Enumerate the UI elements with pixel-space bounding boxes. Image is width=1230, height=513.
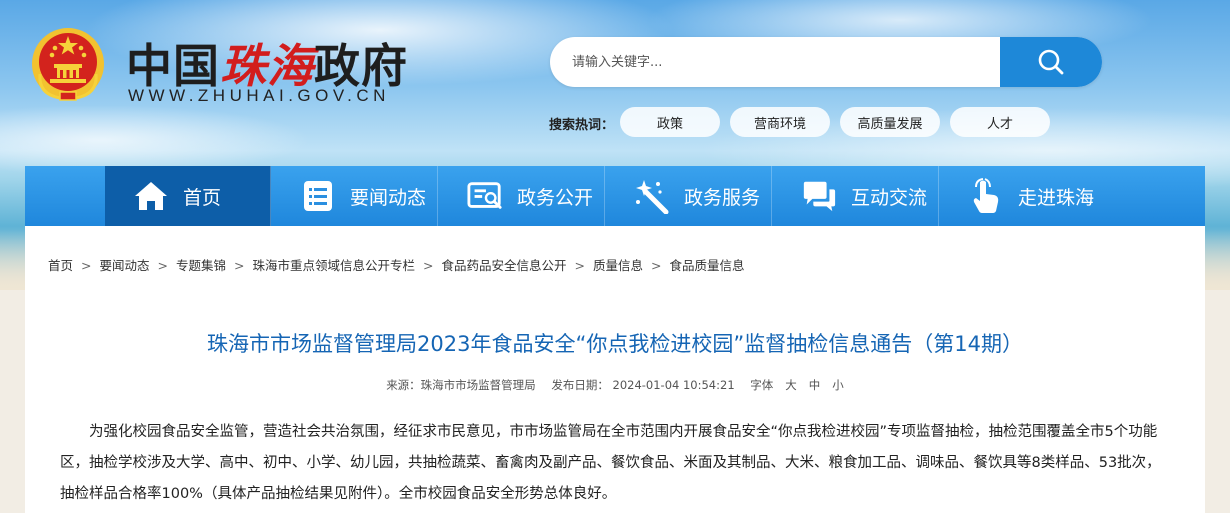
search-input[interactable]	[550, 37, 1000, 87]
breadcrumb-separator: >	[574, 258, 585, 273]
font-size-label: 字体	[750, 378, 774, 392]
nav-item-label: 政务公开	[517, 186, 594, 209]
hot-tag-policy[interactable]: 政策	[620, 107, 720, 137]
hot-tag-talent[interactable]: 人才	[950, 107, 1050, 137]
magic-wand-icon	[634, 178, 670, 214]
breadcrumb: 首页 > 要闻动态 > 专题集锦 > 珠海市重点领域信息公开专栏 > 食品药品安全信息公开 > 质量…	[48, 255, 745, 274]
nav-item-label: 要闻动态	[350, 186, 427, 209]
search-button[interactable]	[1000, 37, 1102, 87]
breadcrumb-item-home[interactable]: 首页	[48, 258, 73, 273]
font-size-large-button[interactable]: 大	[785, 378, 797, 392]
breadcrumb-separator: >	[157, 258, 168, 273]
article-date: 发布日期： 2024-01-04 10:54:21	[551, 378, 735, 392]
site-title-city: 珠海	[220, 39, 314, 93]
nav-item-government-affairs-open[interactable]: 政务公开	[439, 166, 605, 226]
breadcrumb-separator: >	[651, 258, 662, 273]
article-meta: 来源：珠海市市场监督管理局 发布日期： 2024-01-04 10:54:21 …	[25, 377, 1205, 393]
breadcrumb-item-news[interactable]: 要闻动态	[100, 258, 150, 273]
breadcrumb-item-food-quality-info[interactable]: 食品质量信息	[670, 258, 745, 273]
nav-item-label: 首页	[183, 186, 222, 209]
hot-tag-business-environment[interactable]: 营商环境	[730, 107, 830, 137]
nav-item-label: 政务服务	[684, 186, 761, 209]
home-icon	[133, 178, 169, 214]
nav-item-label: 互动交流	[851, 186, 928, 209]
search-box	[550, 37, 1102, 87]
site-title-suffix: 政府	[314, 39, 408, 93]
breadcrumb-item-key-areas[interactable]: 珠海市重点领域信息公开专栏	[253, 258, 416, 273]
document-search-icon	[467, 178, 503, 214]
article-paragraph: 为强化校园食品安全监管，营造社会共治氛围，经征求市民意见，市市场监管局在全市范围…	[60, 424, 1161, 502]
site-title-prefix: 中国	[126, 39, 220, 93]
article-title: 珠海市市场监督管理局2023年食品安全“你点我检进校园”监督抽检信息通告（第14…	[207, 332, 1023, 356]
breadcrumb-item-topics[interactable]: 专题集锦	[176, 258, 226, 273]
chat-icon	[801, 178, 837, 214]
breadcrumb-item-food-drug-safety[interactable]: 食品药品安全信息公开	[442, 258, 567, 273]
hot-tag-high-quality-development[interactable]: 高质量发展	[840, 107, 940, 137]
nav-item-home[interactable]: 首页	[105, 166, 271, 226]
font-size-medium-button[interactable]: 中	[809, 378, 821, 392]
breadcrumb-separator: >	[81, 258, 92, 273]
article-source: 来源：珠海市市场监督管理局	[386, 378, 536, 392]
hot-search-label: 搜索热词：	[549, 118, 615, 133]
nav-item-government-services[interactable]: 政务服务	[606, 166, 772, 226]
news-list-icon	[300, 178, 336, 214]
font-size-small-button[interactable]: 小	[832, 378, 844, 392]
breadcrumb-separator: >	[423, 258, 434, 273]
nav-item-interaction[interactable]: 互动交流	[773, 166, 939, 226]
breadcrumb-item-quality-info[interactable]: 质量信息	[593, 258, 643, 273]
main-nav: 首页 要闻动态 政务公开 政务服务 互动交流 走进珠海	[25, 166, 1205, 226]
national-emblem-icon	[32, 28, 104, 101]
breadcrumb-separator: >	[234, 258, 245, 273]
nav-item-about-zhuhai[interactable]: 走进珠海	[940, 166, 1106, 226]
nav-item-news[interactable]: 要闻动态	[272, 166, 438, 226]
search-icon	[1038, 49, 1064, 75]
content-panel: 首页 > 要闻动态 > 专题集锦 > 珠海市重点领域信息公开专栏 > 食品药品安全信息公开 > 质量…	[25, 226, 1205, 513]
nav-item-label: 走进珠海	[1018, 186, 1095, 209]
pointer-hand-icon	[968, 178, 1004, 214]
site-url[interactable]: WWW.ZHUHAI.GOV.CN	[128, 86, 390, 106]
